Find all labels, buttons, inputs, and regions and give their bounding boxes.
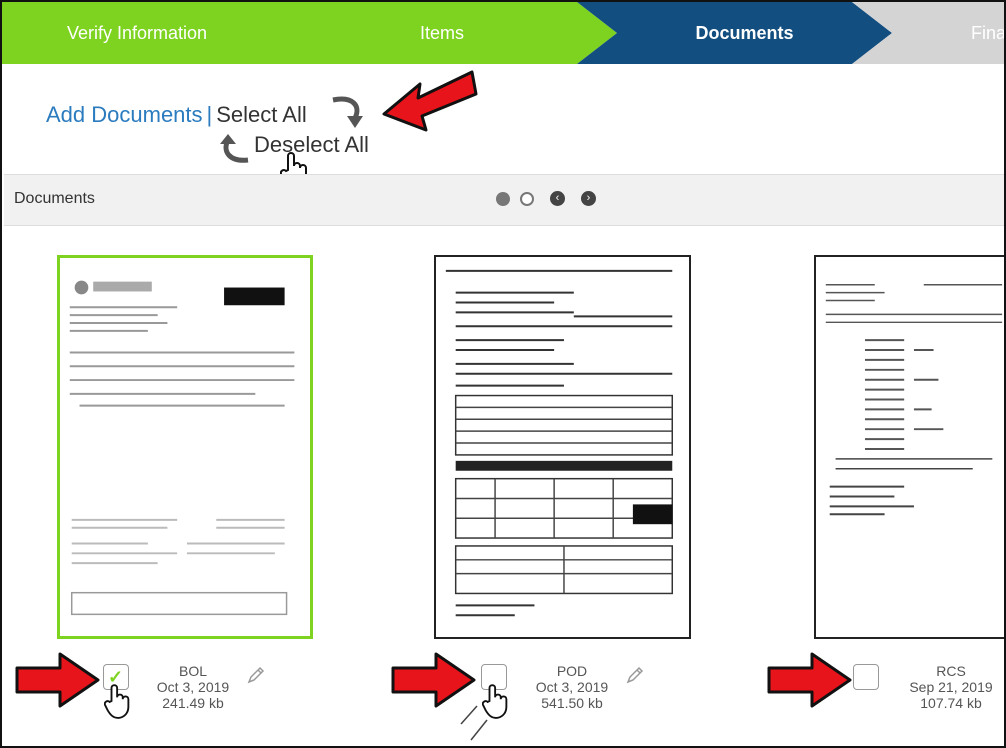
documents-toolbar: Documents ‹ › [4,174,1004,226]
document-date: Sep 21, 2019 [909,679,993,695]
page-dot[interactable] [520,191,534,206]
step-label: Items [419,22,464,43]
annotation-arrow-icon [767,652,852,708]
document-date: Oct 3, 2019 [535,679,609,695]
hand-cursor-icon [104,684,130,719]
screenshot-frame: Verify Information Items Documents Final… [0,0,1006,748]
pencil-icon[interactable] [624,664,646,686]
select-checkbox-rcs[interactable] [853,664,879,690]
step-label: Final [970,22,1006,43]
document-actions: Add Documents | Select All [46,102,307,128]
documents-title: Documents [14,190,95,207]
step-documents[interactable]: Documents [577,2,892,64]
step-label: Documents [695,22,794,43]
chevron-left-icon[interactable]: ‹ [550,191,565,206]
annotation-arrow-icon [15,652,100,708]
curved-arrow-icon [220,134,249,163]
document-size: 541.50 kb [541,695,603,711]
document-name: BOL [178,663,207,679]
step-items[interactable]: Items [287,2,617,64]
motion-lines-icon [460,705,488,741]
document-thumbnail-pod[interactable] [434,255,691,639]
progress-stepper: Verify Information Items Documents Final [2,2,1006,64]
document-thumbnail-rcs[interactable] [814,255,1004,639]
annotation-arrow-icon [382,70,478,132]
step-label: Verify Information [66,22,208,43]
document-size: 241.49 kb [162,695,224,711]
curved-arrow-icon [332,96,363,128]
pagination: ‹ › [496,191,596,206]
document-thumbnail-bol[interactable] [57,255,313,639]
document-preview [436,257,689,637]
document-name: POD [556,663,588,679]
document-date: Oct 3, 2019 [156,679,230,695]
annotation-arrow-icon [391,652,476,708]
document-meta-pod: POD Oct 3, 2019 541.50 kb [517,663,627,711]
document-preview [60,258,310,636]
document-meta-rcs: RCS Sep 21, 2019 107.74 kb [896,663,1004,711]
document-name: RCS [936,663,966,679]
page-dot-active[interactable] [496,191,510,206]
pencil-icon[interactable] [245,664,267,686]
chevron-right-icon[interactable]: › [581,191,596,206]
document-size: 107.74 kb [920,695,982,711]
document-preview [816,257,1004,637]
document-meta-bol: BOL Oct 3, 2019 241.49 kb [138,663,248,711]
separator: | [206,102,213,127]
select-all-link[interactable]: Select All [216,102,307,127]
step-verify-information[interactable]: Verify Information [2,2,332,64]
add-documents-link[interactable]: Add Documents [46,102,203,127]
